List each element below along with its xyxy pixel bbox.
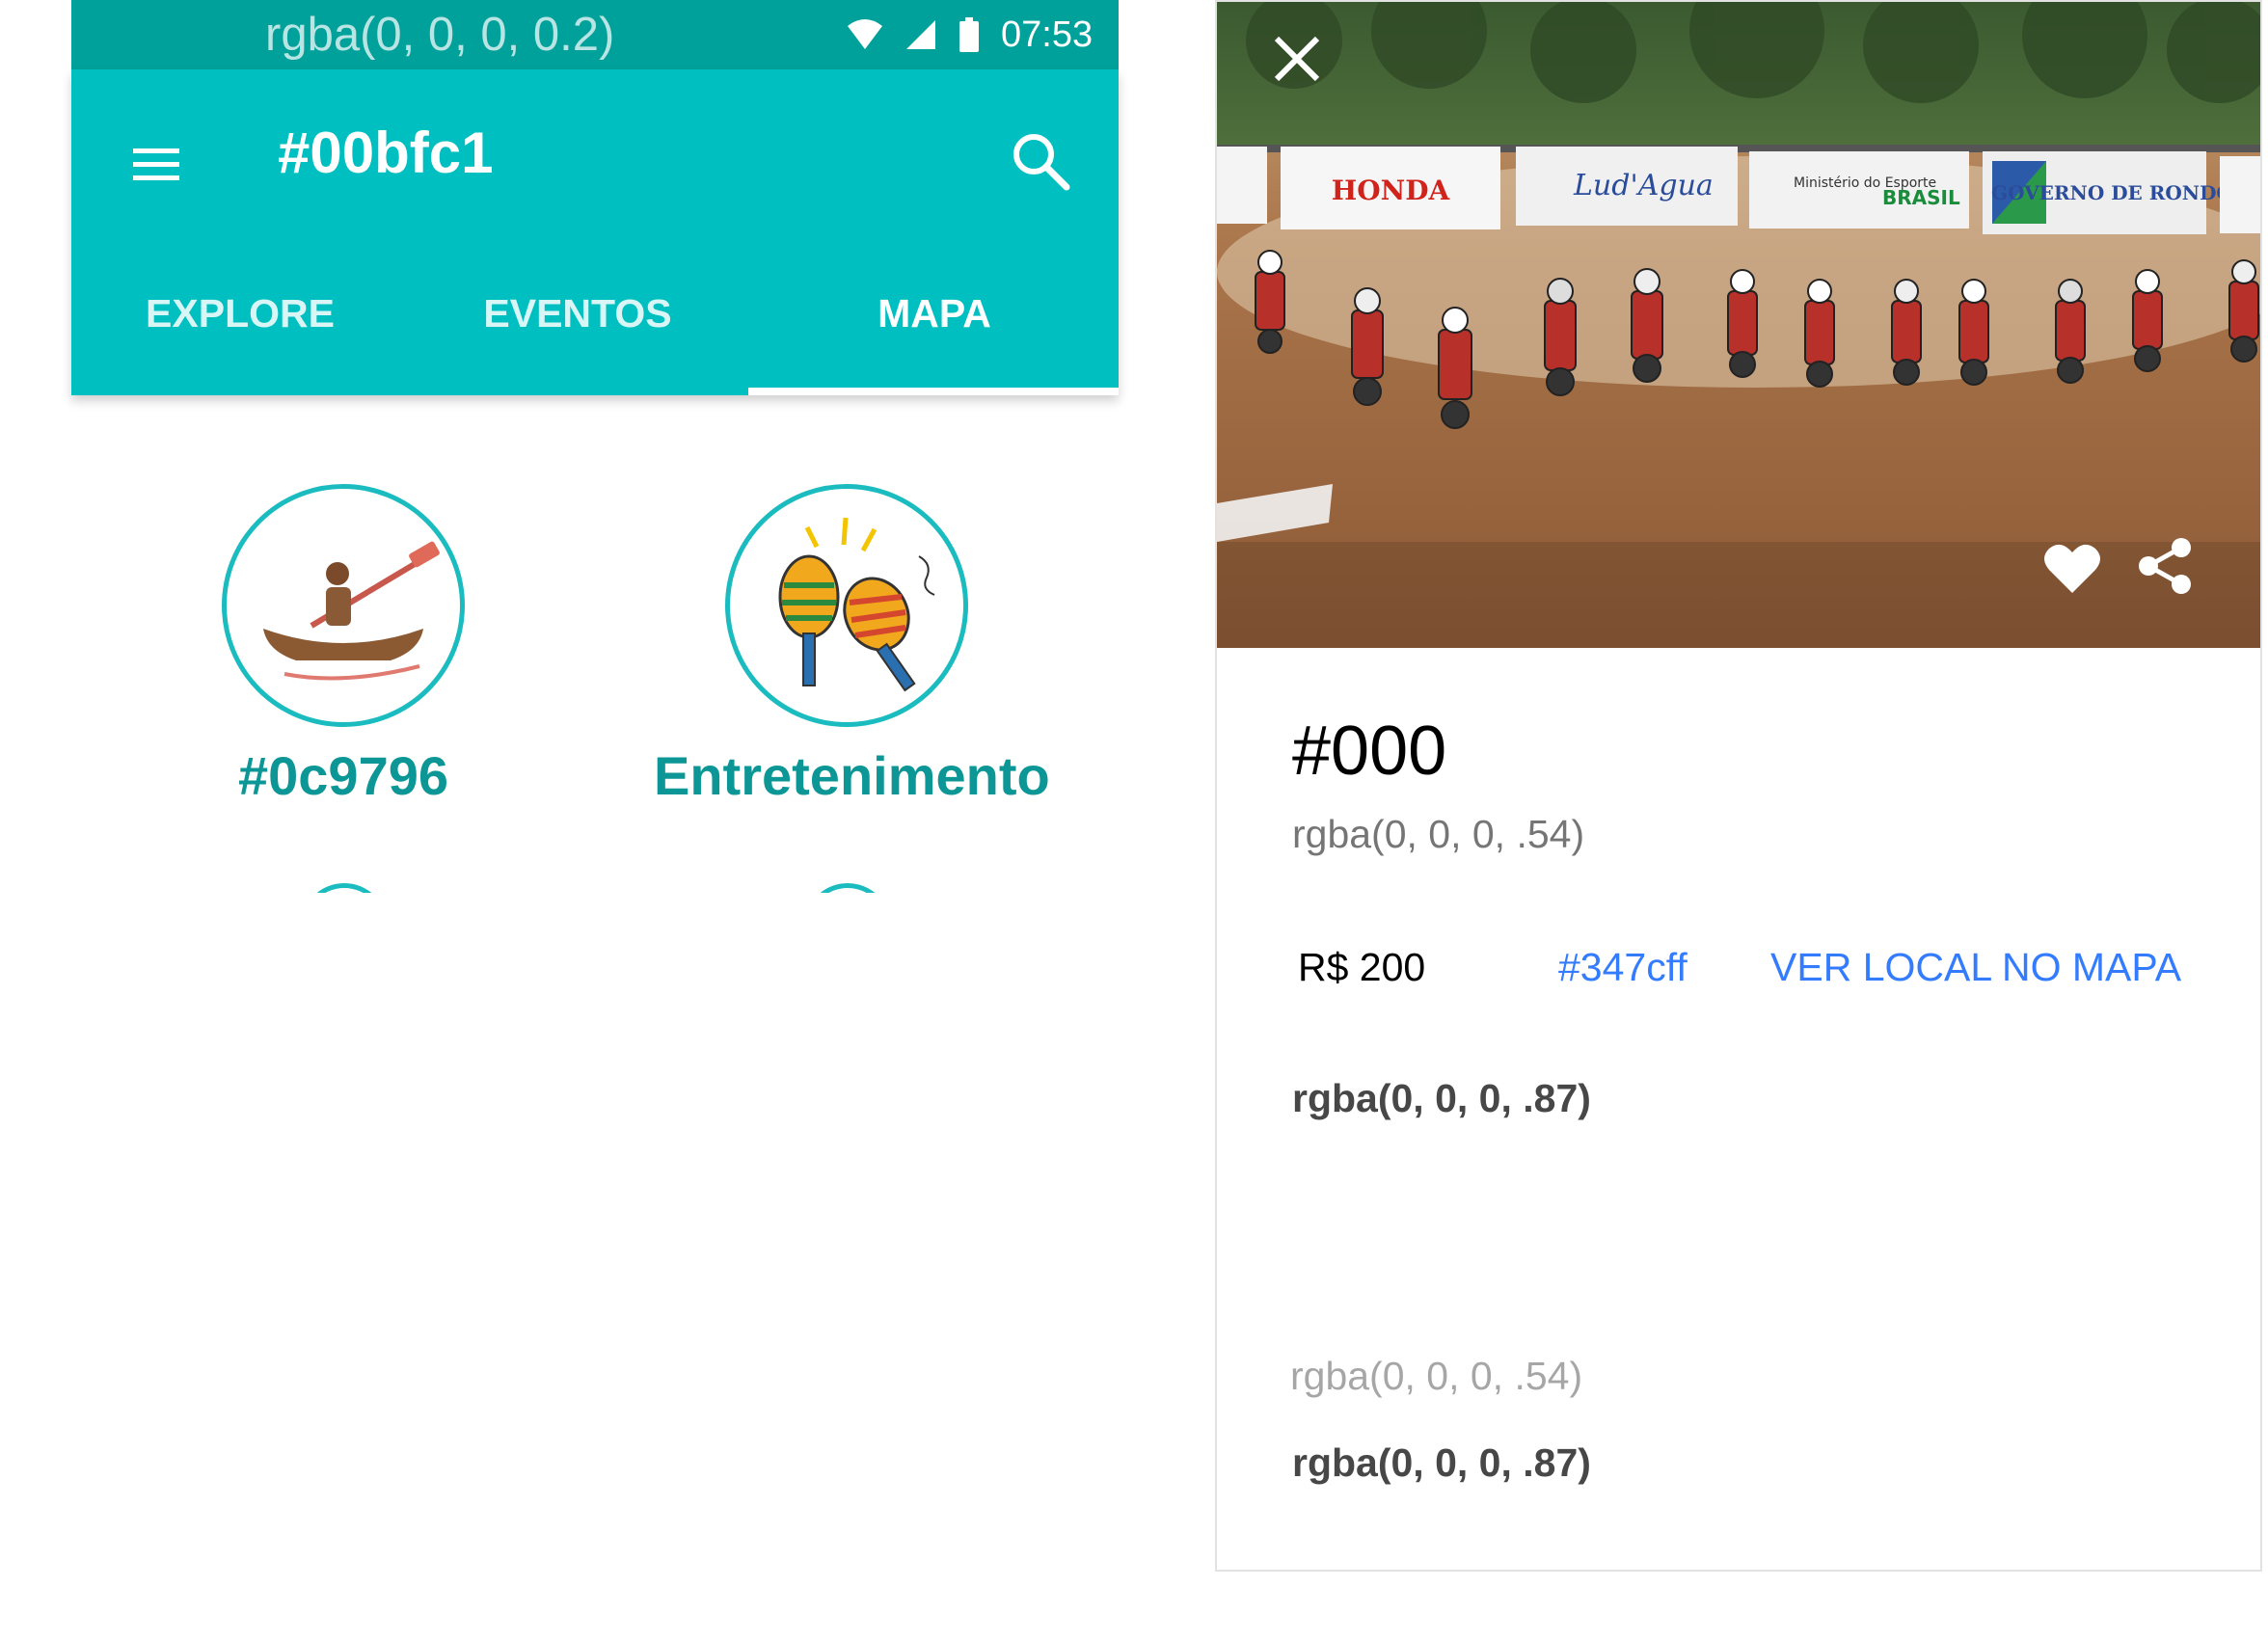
battery-icon [959, 17, 979, 52]
category-circle [725, 484, 968, 727]
event-meta-label: rgba(0, 0, 0, .54) [1290, 1354, 1583, 1398]
wifi-icon [848, 19, 882, 49]
category-label: #0c9796 [237, 745, 448, 806]
event-meta-value: rgba(0, 0, 0, .87) [1292, 1440, 1591, 1485]
app-bar: #00bfc1 EXPLORE EVENTOS MAPA [71, 69, 1119, 395]
search-icon[interactable] [1007, 127, 1074, 195]
event-description: rgba(0, 0, 0, .87) [1292, 1076, 1591, 1120]
category-circle [222, 484, 465, 727]
explore-screen: rgba(0, 0, 0, 0.2) 07:53 #00bfc1 EXPLORE… [71, 0, 1119, 1641]
category-peek-4 [804, 883, 891, 893]
heart-icon[interactable] [2041, 537, 2103, 599]
status-icons: 07:53 [847, 10, 1093, 60]
view-on-map-link[interactable]: VER LOCAL NO MAPA [1770, 945, 2181, 990]
banner-honda: HONDA [1332, 175, 1451, 206]
app-title: #00bfc1 [278, 121, 494, 185]
banner-brasil: BRASIL [1882, 186, 1960, 209]
category-peek-3 [301, 883, 388, 893]
status-text: rgba(0, 0, 0, 0.2) [265, 9, 615, 61]
signal-icon [906, 20, 935, 49]
share-icon[interactable] [2133, 534, 2197, 598]
menu-icon[interactable] [129, 137, 183, 191]
banner-ludagua: Lud'Agua [1573, 169, 1714, 202]
status-time: 07:53 [1001, 13, 1094, 55]
category-item-1[interactable]: #0c9796 [150, 484, 536, 807]
tab-explore[interactable]: EXPLORE [71, 291, 409, 336]
motocross-race-photo: HONDA Lud'Agua Ministério do Esporte BRA… [1217, 2, 2260, 648]
event-title: #000 [1292, 713, 1447, 790]
tab-eventos[interactable]: EVENTOS [409, 291, 746, 336]
maracas-icon [778, 517, 935, 692]
event-price: R$ 200 [1298, 945, 1426, 989]
event-subtitle: rgba(0, 0, 0, .54) [1292, 812, 1585, 856]
status-bar: rgba(0, 0, 0, 0.2) 07:53 [71, 0, 1119, 69]
event-link[interactable]: #347cff [1558, 945, 1688, 990]
rider [1255, 250, 1285, 354]
hero-image: HONDA Lud'Agua Ministério do Esporte BRA… [1217, 2, 2260, 648]
close-icon[interactable] [1269, 31, 1325, 87]
canoe-icon [263, 541, 440, 681]
tab-indicator [748, 388, 1119, 395]
category-label: Entretenimento [654, 745, 1050, 806]
category-item-2[interactable]: Entretenimento [654, 484, 1050, 807]
event-detail-screen: HONDA Lud'Agua Ministério do Esporte BRA… [1215, 0, 2262, 1572]
tab-mapa[interactable]: MAPA [766, 291, 1103, 336]
